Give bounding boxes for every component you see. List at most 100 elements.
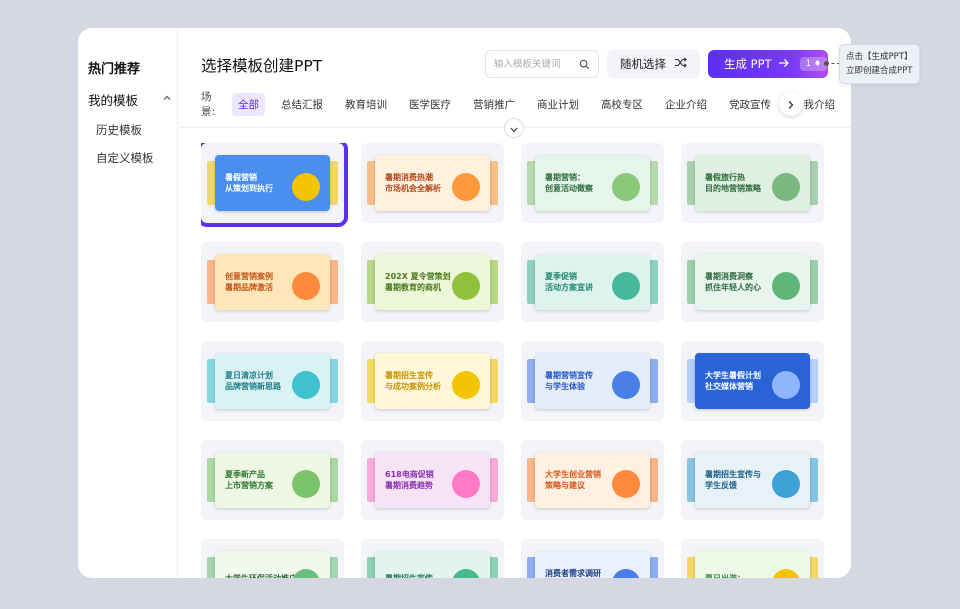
filter-chip-company[interactable]: 企业介绍 <box>659 93 713 116</box>
template-card[interactable]: 暑期营销宣传 与学生体验 <box>521 341 664 421</box>
filter-chip-business-plan[interactable]: 商业计划 <box>531 93 585 116</box>
filter-chip-university[interactable]: 高校专区 <box>595 93 649 116</box>
template-card-illustration <box>612 470 640 498</box>
template-card-illustration <box>772 371 800 399</box>
template-card[interactable]: 大学生暑假计划 社交媒体营销 <box>681 341 824 421</box>
template-card-illustration <box>612 371 640 399</box>
template-card[interactable]: 暑期营销： 创意活动徵察 <box>521 143 664 223</box>
sidebar-custom-templates[interactable]: 自定义模板 <box>96 150 154 166</box>
filter-chip-marketing[interactable]: 营销推广 <box>467 93 521 116</box>
template-card-thumbnail: 暑期招生宣传与 学生反馈 <box>695 452 810 508</box>
search-icon[interactable] <box>579 59 590 70</box>
chevron-down-icon <box>509 119 519 138</box>
template-card-thumbnail: 暑期营销宣传 与学生体验 <box>535 353 650 409</box>
filter-chip-summary[interactable]: 总结汇报 <box>275 93 329 116</box>
generate-ppt-button[interactable]: 生成 PPT 1 ♦ <box>708 50 828 78</box>
template-card[interactable]: 暑期消费热潮 市场机会全解析 <box>361 143 504 223</box>
template-card-thumbnail: 大学生环保活动推广计划 <box>215 551 330 578</box>
template-card-illustration <box>292 371 320 399</box>
template-card-thumbnail: 202X 夏令营策划 暑期教育的商机 <box>375 254 490 310</box>
template-card-thumbnail: 暑期消费洞察 抓住年轻人的心 <box>695 254 810 310</box>
template-card[interactable]: 大学生环保活动推广计划 <box>201 539 344 578</box>
tooltip-line-1: 点击【生成PPT】 <box>846 52 913 62</box>
template-card-illustration <box>292 470 320 498</box>
template-card-thumbnail: 夏季新产品 上市营销方案 <box>215 452 330 508</box>
template-card[interactable]: 暑期招生宣传 与成功案例分析 <box>361 341 504 421</box>
template-card-thumbnail: 暑假旅行热 目的地营销策略 <box>695 155 810 211</box>
generate-tooltip: 点击【生成PPT】 立即创建合成PPT <box>839 44 920 84</box>
sidebar-my-templates-label: 我的模板 <box>88 93 139 108</box>
template-card-thumbnail: 618电商促销 暑期消费趋势 <box>375 452 490 508</box>
template-card-thumbnail: 暑期营销： 创意活动徵察 <box>535 155 650 211</box>
template-card[interactable]: 暑期招生宣传与 学生反馈 <box>681 440 824 520</box>
template-card[interactable]: 暑假营销 从策划到执行 <box>201 143 348 227</box>
scene-filter-label: 场景: <box>201 91 216 118</box>
template-card-thumbnail: 暑期招生宣传 与成功案例分析 <box>375 353 490 409</box>
arrow-right-icon <box>778 57 790 71</box>
template-grid: 暑假营销 从策划到执行 暑期消费热潮 市场机会全解析 暑期营销： 创意活动徵察 暑假旅行热目… <box>201 143 841 578</box>
template-card[interactable]: 618电商促销 暑期消费趋势 <box>361 440 504 520</box>
template-card-thumbnail: 暑期消费热潮 市场机会全解析 <box>375 155 490 211</box>
template-card-illustration <box>452 173 480 201</box>
template-card-thumbnail: 创意营销案例 暑期品牌激活 <box>215 254 330 310</box>
template-card-thumbnail: 暑假营销 从策划到执行 <box>215 155 330 211</box>
template-card-illustration <box>612 173 640 201</box>
chevron-right-icon <box>787 95 795 114</box>
random-select-button[interactable]: 随机选择 <box>607 50 700 78</box>
template-card[interactable]: 夏季促销 活动方案宣讲 <box>521 242 664 322</box>
filter-scroll-right-button[interactable] <box>779 92 803 116</box>
tooltip-line-2: 立即创建合成PPT <box>846 66 913 76</box>
template-card-illustration <box>452 371 480 399</box>
template-card-illustration <box>612 272 640 300</box>
template-card-thumbnail: 大学生暑假计划 社交媒体营销 <box>695 353 810 409</box>
template-card[interactable]: 202X 夏令营策划 暑期教育的商机 <box>361 242 504 322</box>
template-card-thumbnail: 夏日出游： <box>695 551 810 578</box>
template-card-illustration <box>452 569 480 578</box>
template-card[interactable]: 消费者需求调研新表活组合策略 <box>521 539 664 578</box>
chevron-up-icon <box>162 93 172 106</box>
template-card-illustration <box>452 272 480 300</box>
sidebar: 热门推荐 我的模板 历史模板 自定义模板 <box>78 28 178 578</box>
template-card[interactable]: 创意营销案例 暑期品牌激活 <box>201 242 344 322</box>
expand-filters-button[interactable] <box>504 118 524 138</box>
template-card-illustration <box>292 569 320 578</box>
template-card-illustration <box>292 272 320 300</box>
search-box[interactable] <box>485 50 599 78</box>
template-card-thumbnail: 暑期招生宣传 <box>375 551 490 578</box>
template-card-illustration <box>772 173 800 201</box>
main-panel: 选择模板创建PPT 随机选择 生成 PPT 1 ♦ 场景: 全 <box>179 28 851 578</box>
template-card-illustration <box>292 173 320 201</box>
template-card-thumbnail: 消费者需求调研新表活组合策略 <box>535 551 650 578</box>
search-input[interactable] <box>494 58 574 70</box>
template-card-illustration <box>772 470 800 498</box>
sidebar-my-templates[interactable]: 我的模板 <box>88 90 172 109</box>
template-dialog: 热门推荐 我的模板 历史模板 自定义模板 选择模板创建PPT 随机选择 生成 P… <box>78 28 851 578</box>
page-title: 选择模板创建PPT <box>201 57 323 75</box>
template-card-thumbnail: 夏季促销 活动方案宣讲 <box>535 254 650 310</box>
template-card-thumbnail: 夏日清凉计划 品牌营销新思路 <box>215 353 330 409</box>
template-card[interactable]: 夏日出游： <box>681 539 824 578</box>
filter-chip-party[interactable]: 党政宣传 <box>723 93 777 116</box>
template-card-illustration <box>452 470 480 498</box>
sidebar-history-templates[interactable]: 历史模板 <box>96 122 142 138</box>
generate-ppt-label: 生成 PPT <box>724 57 772 71</box>
generate-count-value: 1 <box>805 59 811 69</box>
filter-chip-medical[interactable]: 医学医疗 <box>403 93 457 116</box>
tooltip-pointer-line <box>826 63 840 64</box>
template-card[interactable]: 夏日清凉计划 品牌营销新思路 <box>201 341 344 421</box>
template-card[interactable]: 夏季新产品 上市营销方案 <box>201 440 344 520</box>
scene-filter-bar: 场景: 全部 总结汇报 教育培训 医学医疗 营销推广 商业计划 高校专区 企业介… <box>201 91 851 118</box>
diamond-icon: ♦ <box>813 59 822 69</box>
filter-chip-education[interactable]: 教育培训 <box>339 93 393 116</box>
shuffle-icon <box>674 57 687 71</box>
template-card-illustration <box>772 569 800 578</box>
template-card-thumbnail: 大学生创业营销 策略与建议 <box>535 452 650 508</box>
random-select-label: 随机选择 <box>620 57 666 71</box>
template-card[interactable]: 暑期消费洞察 抓住年轻人的心 <box>681 242 824 322</box>
filter-chip-all[interactable]: 全部 <box>232 92 265 116</box>
sidebar-hot-recommend[interactable]: 热门推荐 <box>88 58 140 77</box>
template-card-illustration <box>772 272 800 300</box>
template-card[interactable]: 暑假旅行热 目的地营销策略 <box>681 143 824 223</box>
template-card[interactable]: 大学生创业营销 策略与建议 <box>521 440 664 520</box>
template-card[interactable]: 暑期招生宣传 <box>361 539 504 578</box>
